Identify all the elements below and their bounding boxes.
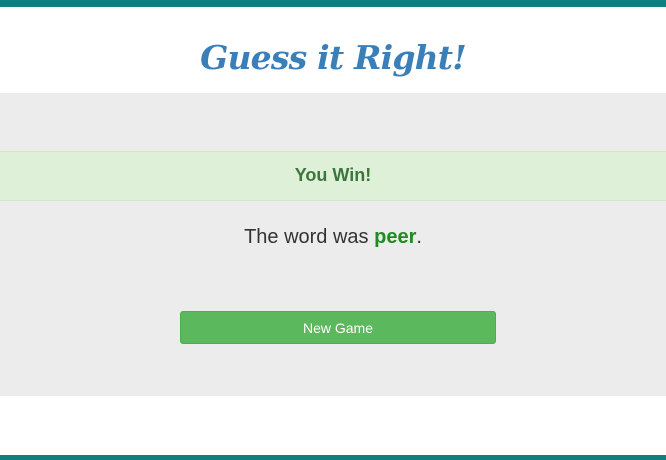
top-accent-bar <box>0 0 666 7</box>
result-suffix: . <box>416 226 422 248</box>
status-text: You Win! <box>294 165 372 185</box>
secret-word: peer <box>374 226 417 248</box>
result-prefix: The word was <box>244 226 369 248</box>
page-title: Guess it Right! <box>200 38 467 77</box>
new-game-button[interactable]: New Game <box>180 311 496 344</box>
result-message: The word was peer. <box>0 225 666 249</box>
bottom-accent-bar <box>0 455 666 460</box>
